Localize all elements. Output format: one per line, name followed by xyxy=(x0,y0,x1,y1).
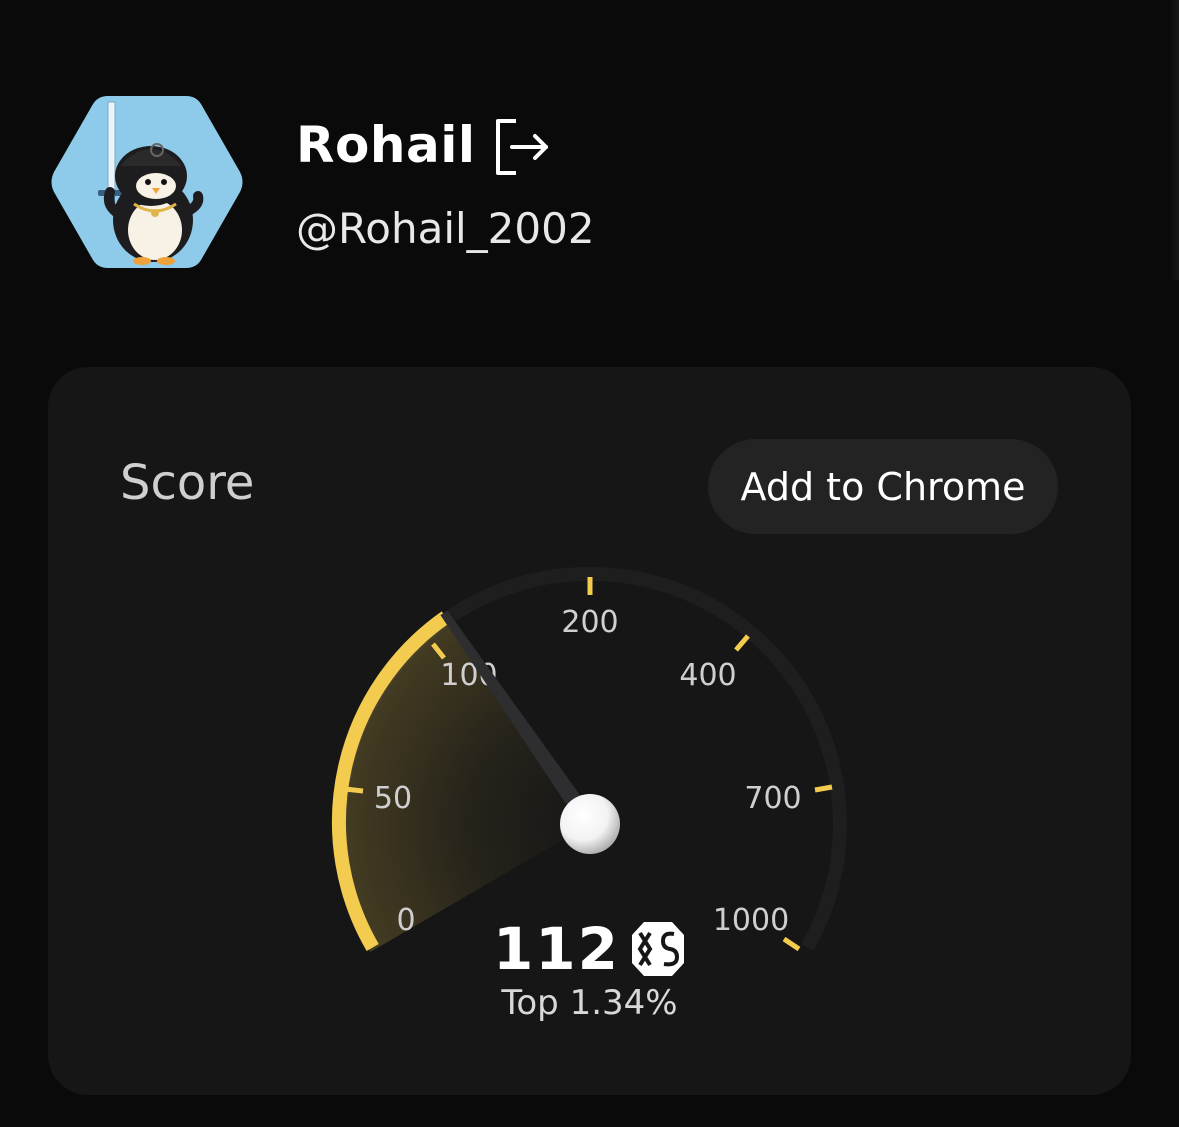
score-value: 112 xyxy=(492,915,621,983)
rank-text: Top 1.34% xyxy=(501,983,678,1023)
score-card: Score Add to Chrome 0 50 100 200 400 700… xyxy=(48,367,1131,1095)
profile-handle: @Rohail_2002 xyxy=(296,204,595,253)
avatar[interactable] xyxy=(48,92,246,272)
gauge-label-200: 200 xyxy=(561,605,618,640)
gauge-label-700: 700 xyxy=(744,781,801,816)
scroll-edge xyxy=(1169,0,1179,280)
gauge-label-50: 50 xyxy=(374,781,412,816)
xs-logo-icon xyxy=(632,922,685,976)
score-row: 112 xyxy=(48,915,1131,983)
profile-name: Rohail xyxy=(296,116,476,174)
logout-icon[interactable] xyxy=(492,117,552,177)
gauge-knob xyxy=(560,794,620,854)
gauge-label-400: 400 xyxy=(679,658,736,693)
sword-icon xyxy=(107,101,116,198)
